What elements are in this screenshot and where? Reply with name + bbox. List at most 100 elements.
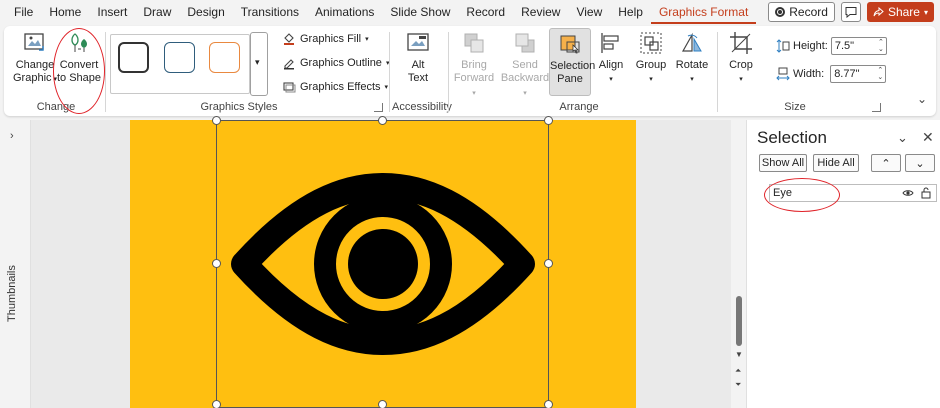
spin-arrows-icon[interactable]: ⌃ ⌄ [878,39,884,53]
menu-file[interactable]: File [6,0,41,24]
menu-insert[interactable]: Insert [89,0,135,24]
styles-gallery-more-button[interactable]: ▾ [250,32,268,96]
menu-slide-show[interactable]: Slide Show [382,0,458,24]
menu-graphics-format[interactable]: Graphics Format [650,2,757,24]
spin-arrows-icon[interactable]: ⌃ ⌄ [877,67,883,81]
alt-text-button[interactable]: Alt Text [400,30,436,85]
selection-pane-title: Selection [757,128,827,147]
graphics-styles-group-label: Graphics Styles [200,101,278,113]
share-button-label: Share [887,5,920,19]
rotate-button[interactable]: Rotate ▾ [674,30,710,86]
crop-icon [730,32,752,54]
selection-pane-button[interactable]: Selection Pane [549,28,595,96]
menu-home[interactable]: Home [41,0,89,24]
selection-pane-label-2: Pane [557,73,583,85]
vertical-scrollbar[interactable]: ▼ ⏶ ⏷ [732,120,746,408]
resize-handle[interactable] [544,400,553,408]
selection-pane: Selection ⌄ ✕ Show All Hide All ⌃ ⌄ Eye [746,120,940,408]
chevron-down-icon: ▾ [255,57,260,67]
convert-to-shape-label-1: Convert [59,59,99,71]
scroll-down-icon[interactable]: ▼ [735,350,743,359]
group-icon [640,32,662,54]
send-backward-label-2: Backward [500,72,550,84]
bring-forward-button[interactable]: ⌃ [871,154,901,172]
pane-options-chevron-icon[interactable]: ⌄ [897,130,908,146]
send-backward-button[interactable]: ⌄ [905,154,935,172]
graphics-outline-button[interactable]: Graphics Outline ▾ [282,56,389,70]
resize-handle[interactable] [378,116,387,125]
selection-item-eye[interactable]: Eye [769,184,937,202]
menu-record[interactable]: Record [458,0,513,24]
resize-handle[interactable] [212,400,221,408]
height-icon [776,39,790,53]
style-swatch-1[interactable] [118,42,149,73]
menu-help[interactable]: Help [610,0,651,24]
graphics-effects-button[interactable]: Graphics Effects ▾ [282,80,388,94]
chevron-down-icon: ▾ [690,76,694,83]
share-icon [873,6,884,16]
bring-forward-label-2: Forward [453,72,495,84]
thumbnails-label[interactable]: Thumbnails [6,265,18,322]
close-icon[interactable]: ✕ [922,129,934,146]
style-swatch-3[interactable] [209,42,240,73]
graphics-styles-launcher[interactable] [374,103,383,112]
change-graphic-label-2: Graphic [13,72,52,84]
alt-text-icon [407,33,429,51]
effects-icon [283,82,296,93]
chevron-down-icon: ▾ [923,7,928,17]
size-group-label: Size [784,101,806,113]
style-swatch-2[interactable] [164,42,195,73]
resize-handle[interactable] [212,116,221,125]
lock-icon[interactable] [920,187,932,199]
graphics-fill-button[interactable]: Graphics Fill ▾ [282,32,369,46]
selection-pane-icon [560,35,580,54]
rotate-icon [681,32,702,52]
arrange-group-label: Arrange [559,101,599,113]
selection-pane-label-1: Selection [550,60,596,72]
resize-handle[interactable] [544,259,553,268]
previous-slide-icon[interactable]: ⏶ [735,366,741,376]
scrollbar-thumb[interactable] [736,296,742,346]
crop-button[interactable]: Crop ▾ [726,30,756,86]
chevron-down-icon: ▾ [609,76,613,83]
resize-handle[interactable] [544,116,553,125]
paint-bucket-icon [284,33,294,45]
size-launcher[interactable] [872,103,881,112]
height-input[interactable]: 7.5" ⌃ ⌄ [830,37,887,55]
menu-animations[interactable]: Animations [307,0,382,24]
expand-thumbnails-icon[interactable]: › [10,130,14,142]
bring-forward-label-1: Bring [461,59,487,71]
show-all-button[interactable]: Show All [759,154,807,172]
record-button-label: Record [789,5,828,19]
hide-all-button[interactable]: Hide All [813,154,859,172]
graphics-outline-label: Graphics Outline [300,57,382,69]
height-label: Height: [793,40,828,52]
change-graphic-button[interactable]: Change Graphic ▾ [12,30,58,86]
resize-handle[interactable] [212,259,221,268]
record-button[interactable]: Record [768,2,835,22]
menu-review[interactable]: Review [513,0,568,24]
group-button[interactable]: Group ▾ [634,30,668,86]
comment-icon [845,7,857,18]
menu-transitions[interactable]: Transitions [233,0,307,24]
record-icon [775,7,786,17]
resize-handle[interactable] [378,400,387,408]
graphics-fill-label: Graphics Fill [300,33,362,45]
change-graphic-label-1: Change [15,59,55,71]
menu-draw[interactable]: Draw [135,0,179,24]
width-input[interactable]: 8.77" ⌃ ⌄ [830,65,887,83]
collapse-ribbon-icon[interactable]: ⌄ [917,92,927,106]
convert-to-shape-button[interactable]: Convert to Shape [56,30,102,85]
next-slide-icon[interactable]: ⏷ [735,380,741,390]
change-group-label: Change [36,101,76,113]
visibility-eye-icon[interactable] [902,188,914,198]
menu-view[interactable]: View [568,0,610,24]
separator [448,32,449,112]
send-backward-button[interactable]: Send Backward ▾ [500,30,550,100]
share-button[interactable]: Share ▾ [866,2,934,22]
menu-right-actions: Record Share ▾ [768,2,934,22]
bring-forward-button[interactable]: Bring Forward ▾ [452,30,496,100]
align-button[interactable]: Align ▾ [594,30,628,86]
menu-design[interactable]: Design [179,0,232,24]
comments-button[interactable] [840,2,861,22]
